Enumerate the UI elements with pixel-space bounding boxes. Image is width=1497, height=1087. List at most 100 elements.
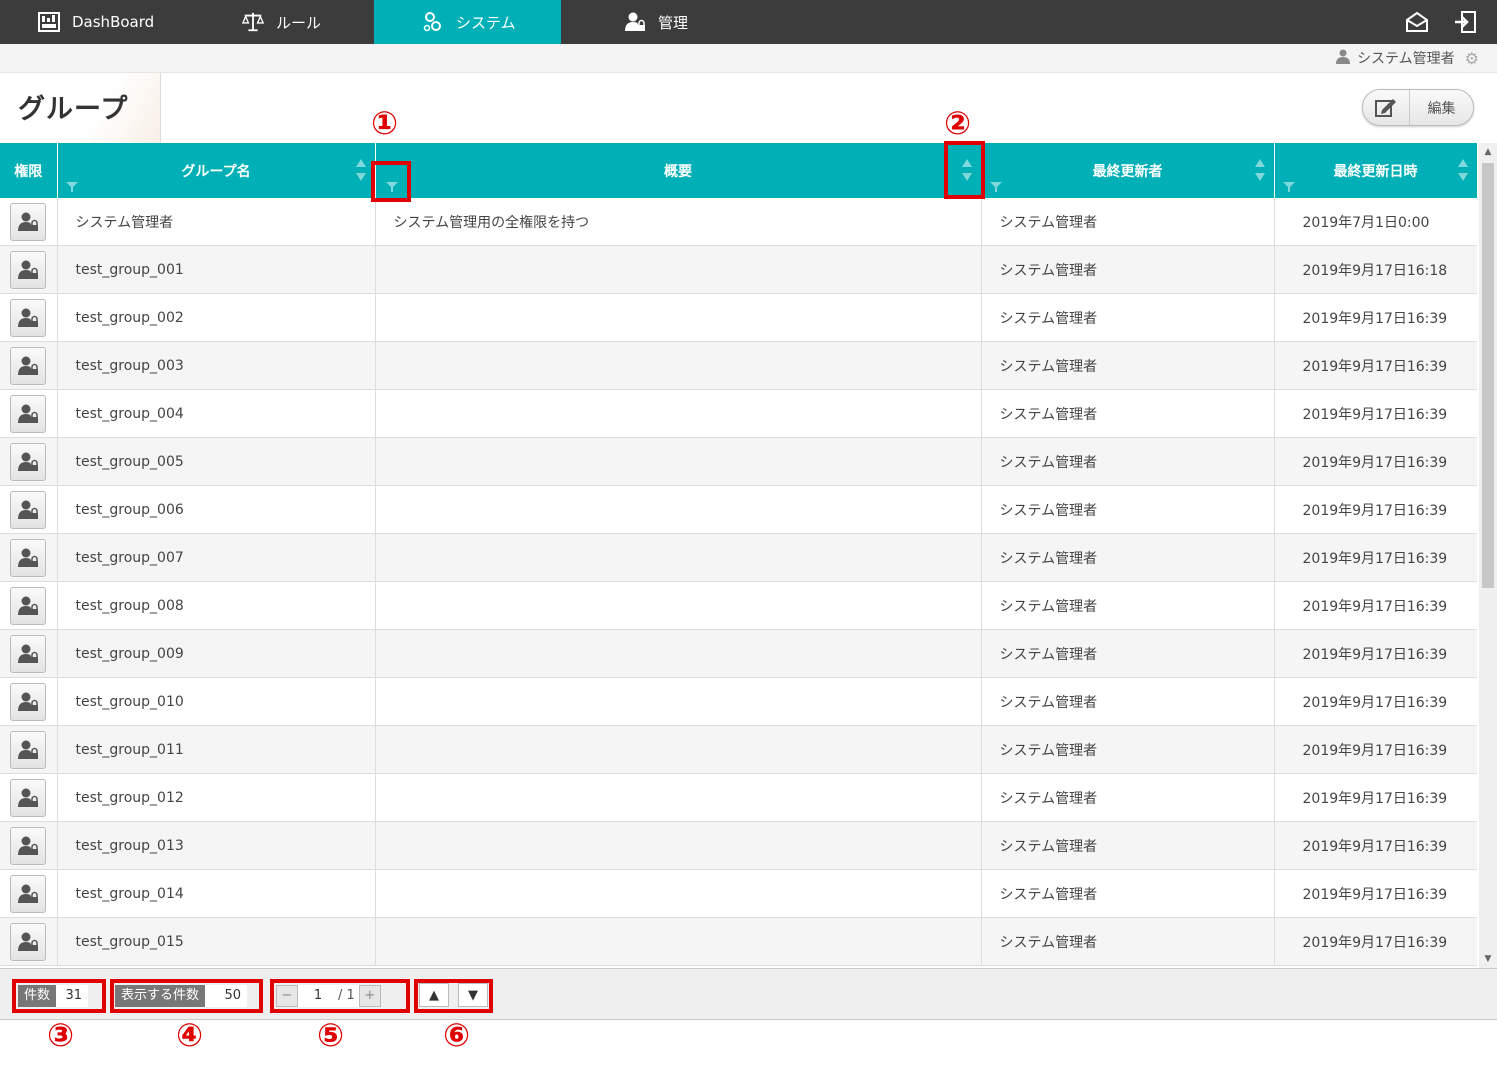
nav-admin[interactable]: 管理 bbox=[624, 0, 724, 44]
permission-button[interactable] bbox=[10, 538, 47, 577]
annotation-label-6: ⑥ bbox=[443, 1016, 471, 1054]
permission-button[interactable] bbox=[10, 874, 47, 913]
last-updater-cell: システム管理者 bbox=[981, 437, 1275, 486]
user-lock-icon bbox=[18, 212, 39, 231]
permission-button[interactable] bbox=[10, 730, 47, 769]
filter-icon[interactable] bbox=[65, 180, 78, 192]
group-name-cell: test_group_015 bbox=[57, 917, 376, 966]
table-row[interactable]: test_group_012 システム管理者 2019年9月17日16:39 bbox=[0, 773, 1477, 822]
table-row[interactable]: test_group_011 システム管理者 2019年9月17日16:39 bbox=[0, 725, 1477, 774]
permission-cell bbox=[0, 533, 58, 582]
table-row[interactable]: test_group_009 システム管理者 2019年9月17日16:39 bbox=[0, 629, 1477, 678]
permission-button[interactable] bbox=[10, 922, 47, 961]
last-updater-cell: システム管理者 bbox=[981, 917, 1275, 966]
group-name-cell: test_group_012 bbox=[57, 773, 376, 822]
sort-icon[interactable] bbox=[1254, 157, 1266, 183]
dashboard-icon bbox=[38, 11, 60, 33]
annotation-box-3 bbox=[12, 979, 106, 1013]
current-user[interactable]: システム管理者 ⚙ bbox=[1335, 48, 1479, 68]
annotation-box-1 bbox=[371, 161, 411, 202]
vertical-scrollbar[interactable]: ▲ ▼ bbox=[1479, 143, 1497, 968]
table-row[interactable]: test_group_015 システム管理者 2019年9月17日16:39 bbox=[0, 917, 1477, 966]
user-lock-icon bbox=[18, 836, 39, 855]
scroll-down-arrow-icon[interactable]: ▼ bbox=[1479, 952, 1497, 966]
sort-icon[interactable] bbox=[355, 157, 367, 183]
group-name-cell: test_group_009 bbox=[57, 629, 376, 678]
last-updated-cell: 2019年7月1日0:00 bbox=[1274, 198, 1477, 246]
col-header-permission: 権限 bbox=[0, 143, 58, 198]
last-updater-cell: システム管理者 bbox=[981, 198, 1275, 246]
table-row[interactable]: test_group_006 システム管理者 2019年9月17日16:39 bbox=[0, 485, 1477, 534]
nav-rule[interactable]: ルール bbox=[242, 0, 372, 44]
last-updater-cell: システム管理者 bbox=[981, 581, 1275, 630]
last-updated-cell: 2019年9月17日16:39 bbox=[1274, 581, 1477, 630]
filter-icon[interactable] bbox=[989, 180, 1002, 192]
annotation-label-2: ② bbox=[944, 104, 972, 142]
annotation-box-2 bbox=[944, 141, 985, 199]
table-row[interactable]: test_group_007 システム管理者 2019年9月17日16:39 bbox=[0, 533, 1477, 582]
table-row[interactable]: test_group_005 システム管理者 2019年9月17日16:39 bbox=[0, 437, 1477, 486]
nav-rule-label: ルール bbox=[276, 13, 322, 32]
group-name-cell: test_group_008 bbox=[57, 581, 376, 630]
user-lock-icon bbox=[18, 596, 39, 615]
summary-cell bbox=[375, 917, 982, 966]
last-updated-cell: 2019年9月17日16:39 bbox=[1274, 437, 1477, 486]
last-updated-cell: 2019年9月17日16:39 bbox=[1274, 773, 1477, 822]
last-updated-cell: 2019年9月17日16:39 bbox=[1274, 341, 1477, 390]
last-updated-cell: 2019年9月17日16:39 bbox=[1274, 821, 1477, 870]
group-name-cell: test_group_005 bbox=[57, 437, 376, 486]
permission-button[interactable] bbox=[10, 826, 47, 865]
nav-dashboard-label: DashBoard bbox=[72, 13, 155, 31]
scrollbar-thumb[interactable] bbox=[1482, 163, 1494, 588]
permission-button[interactable] bbox=[10, 634, 47, 673]
col-header-last-updated[interactable]: 最終更新日時 bbox=[1274, 143, 1477, 198]
user-bar: システム管理者 ⚙ bbox=[0, 44, 1497, 73]
mail-icon[interactable] bbox=[1405, 10, 1429, 34]
col-header-last-updater[interactable]: 最終更新者 bbox=[981, 143, 1275, 198]
permission-button[interactable] bbox=[10, 250, 47, 289]
permission-button[interactable] bbox=[10, 586, 47, 625]
sort-icon[interactable] bbox=[1457, 157, 1469, 183]
group-name-cell: test_group_001 bbox=[57, 245, 376, 294]
table-row[interactable]: test_group_013 システム管理者 2019年9月17日16:39 bbox=[0, 821, 1477, 870]
permission-button[interactable] bbox=[10, 490, 47, 529]
settings-gear-icon[interactable]: ⚙ bbox=[1465, 49, 1479, 68]
col-header-summary[interactable]: 概要 bbox=[375, 143, 982, 198]
group-name-cell: test_group_003 bbox=[57, 341, 376, 390]
permission-button[interactable] bbox=[10, 202, 47, 241]
table-row[interactable]: test_group_010 システム管理者 2019年9月17日16:39 bbox=[0, 677, 1477, 726]
logout-icon[interactable] bbox=[1453, 10, 1477, 34]
permission-button[interactable] bbox=[10, 394, 47, 433]
permission-cell bbox=[0, 725, 58, 774]
edit-button[interactable]: 編集 bbox=[1362, 89, 1474, 126]
summary-cell bbox=[375, 485, 982, 534]
scroll-up-arrow-icon[interactable]: ▲ bbox=[1479, 145, 1497, 159]
table-row[interactable]: システム管理者 システム管理用の全権限を持つ システム管理者 2019年7月1日0:0… bbox=[0, 198, 1477, 246]
filter-icon[interactable] bbox=[1282, 180, 1295, 192]
permission-button[interactable] bbox=[10, 682, 47, 721]
permission-cell bbox=[0, 437, 58, 486]
permission-cell bbox=[0, 869, 58, 918]
permission-button[interactable] bbox=[10, 442, 47, 481]
table-row[interactable]: test_group_004 システム管理者 2019年9月17日16:39 bbox=[0, 389, 1477, 438]
table-row[interactable]: test_group_008 システム管理者 2019年9月17日16:39 bbox=[0, 581, 1477, 630]
permission-button[interactable] bbox=[10, 778, 47, 817]
user-lock-icon bbox=[18, 788, 39, 807]
last-updated-cell: 2019年9月17日16:39 bbox=[1274, 293, 1477, 342]
table-row[interactable]: test_group_014 システム管理者 2019年9月17日16:39 bbox=[0, 869, 1477, 918]
col-header-group-name[interactable]: グループ名 bbox=[57, 143, 376, 198]
table-row[interactable]: test_group_003 システム管理者 2019年9月17日16:39 bbox=[0, 341, 1477, 390]
last-updater-cell: システム管理者 bbox=[981, 293, 1275, 342]
permission-cell bbox=[0, 198, 58, 246]
user-name: システム管理者 bbox=[1357, 51, 1455, 67]
permission-button[interactable] bbox=[10, 346, 47, 385]
col-label-last-updated: 最終更新日時 bbox=[1333, 163, 1418, 180]
user-lock-icon bbox=[18, 548, 39, 567]
table-row[interactable]: test_group_001 システム管理者 2019年9月17日16:18 bbox=[0, 245, 1477, 294]
permission-button[interactable] bbox=[10, 298, 47, 337]
table-row[interactable]: test_group_002 システム管理者 2019年9月17日16:39 bbox=[0, 293, 1477, 342]
group-name-cell: test_group_011 bbox=[57, 725, 376, 774]
nav-system[interactable]: システム bbox=[374, 0, 561, 44]
group-name-cell: test_group_013 bbox=[57, 821, 376, 870]
nav-dashboard[interactable]: DashBoard bbox=[38, 0, 218, 44]
